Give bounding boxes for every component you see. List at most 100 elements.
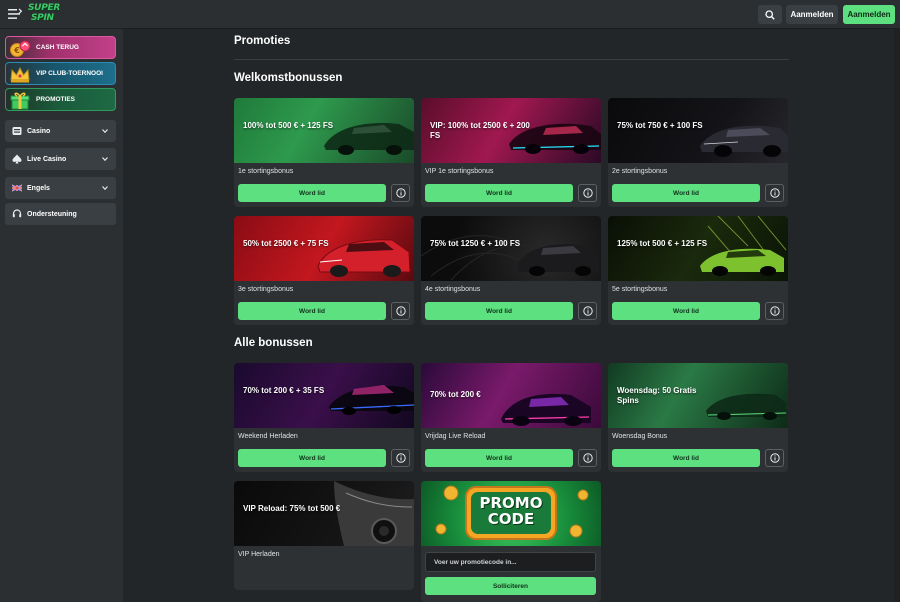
join-button[interactable]: Word lid xyxy=(612,302,760,320)
sidebar-promo-promotions[interactable]: PROMOTIES xyxy=(5,88,116,111)
logo-line-1: SUPER xyxy=(28,3,60,13)
signup-button[interactable]: Aanmelden xyxy=(843,5,895,24)
search-icon xyxy=(765,9,775,20)
info-icon xyxy=(769,188,780,198)
bonus-subtitle: 2e stortingsbonus xyxy=(612,168,668,175)
bonus-subtitle: 4e stortingsbonus xyxy=(425,286,481,293)
sidebar-promo-vip-club[interactable]: VIP CLUB-TOERNOOI xyxy=(5,62,116,85)
bonus-subtitle: 5e stortingsbonus xyxy=(612,286,668,293)
bonus-subtitle: Vrijdag Live Reload xyxy=(425,433,486,440)
bonus-card: 70% tot 200 € Vrijdag Live Reload Word l… xyxy=(421,363,601,472)
sidebar-item-label: Ondersteuning xyxy=(27,210,77,218)
info-icon xyxy=(582,306,593,316)
info-button[interactable] xyxy=(765,449,784,467)
bonus-banner[interactable]: 125% tot 500 € + 125 FS xyxy=(608,216,788,281)
join-button[interactable]: Word lid xyxy=(425,449,573,467)
casino-icon xyxy=(12,127,22,135)
main-content: Promoties Welkomstbonussen Alle bonussen… xyxy=(123,29,900,602)
bonus-banner[interactable]: 70% tot 200 € + 35 FS xyxy=(234,363,414,428)
info-button[interactable] xyxy=(391,449,410,467)
bonus-banner[interactable]: 70% tot 200 € xyxy=(421,363,601,428)
chevron-down-icon xyxy=(102,129,108,134)
info-button[interactable] xyxy=(391,184,410,202)
bonus-subtitle: Weekend Herladen xyxy=(238,433,298,440)
divider xyxy=(234,59,789,60)
join-button[interactable]: Word lid xyxy=(425,184,573,202)
gift-icon xyxy=(10,92,30,110)
bonus-banner-text: 75% tot 750 € + 100 FS xyxy=(617,121,703,130)
info-button[interactable] xyxy=(578,184,597,202)
sidebar-item-live-casino[interactable]: Live Casino xyxy=(5,148,116,170)
sidebar-item-casino[interactable]: Casino xyxy=(5,120,116,142)
bonus-banner[interactable]: Woensdag: 50 Gratis Spins xyxy=(608,363,788,428)
bonus-banner[interactable]: VIP: 100% tot 2500 € + 200 FS xyxy=(421,98,601,163)
crown-icon xyxy=(10,66,30,83)
sidebar-promo-label: VIP CLUB-TOERNOOI xyxy=(36,70,103,77)
sidebar-item-label: Engels xyxy=(27,184,50,192)
join-button[interactable]: Word lid xyxy=(425,302,573,320)
join-button[interactable]: Word lid xyxy=(612,184,760,202)
promo-code-apply-button[interactable]: Solliciteren xyxy=(425,577,596,595)
bonus-banner-text: 75% tot 1250 € + 100 FS xyxy=(430,239,521,248)
site-logo[interactable]: SUPER SPIN xyxy=(28,3,60,25)
uk-flag-icon xyxy=(12,184,22,192)
bonus-subtitle: VIP Herladen xyxy=(238,551,280,558)
logo-line-2: SPIN xyxy=(31,13,54,23)
bonus-banner-text: Woensdag: 50 Gratis Spins xyxy=(617,386,697,405)
sidebar-item-label: Casino xyxy=(27,127,51,135)
bonus-card: Woensdag: 50 Gratis Spins Woensdag Bonus… xyxy=(608,363,788,472)
promo-code-title-line-2: CODE xyxy=(487,510,535,528)
sidebar-promo-label: PROMOTIES xyxy=(36,96,76,103)
join-button[interactable]: Word lid xyxy=(238,184,386,202)
join-button[interactable]: Word lid xyxy=(238,449,386,467)
cashback-icon: € xyxy=(10,40,31,57)
bonus-banner[interactable]: 100% tot 500 € + 125 FS xyxy=(234,98,414,163)
info-button[interactable] xyxy=(391,302,410,320)
info-icon xyxy=(582,453,593,463)
section-title-welcome: Welkomstbonussen xyxy=(234,72,343,84)
bonus-banner[interactable]: 75% tot 750 € + 100 FS xyxy=(608,98,788,163)
info-button[interactable] xyxy=(578,449,597,467)
sidebar: € CASH TERUG VIP CLUB-TOERNOOI PROMOTIES… xyxy=(0,29,123,602)
page-title: Promoties xyxy=(234,35,291,47)
info-button[interactable] xyxy=(765,302,784,320)
promo-code-title-line-1: PROMO xyxy=(479,494,543,512)
bonus-banner[interactable]: 50% tot 2500 € + 75 FS xyxy=(234,216,414,281)
bonus-banner-text: 100% tot 500 € + 125 FS xyxy=(243,121,334,130)
top-bar: SUPER SPIN Aanmelden Aanmelden xyxy=(0,0,900,29)
join-button[interactable]: Word lid xyxy=(238,302,386,320)
spade-icon xyxy=(12,154,22,164)
info-button[interactable] xyxy=(578,302,597,320)
scrollbar[interactable] xyxy=(894,29,900,602)
sidebar-item-support[interactable]: Ondersteuning xyxy=(5,203,116,225)
bonus-subtitle: VIP 1e stortingsbonus xyxy=(425,168,494,175)
bonus-banner[interactable]: VIP Reload: 75% tot 500 € xyxy=(234,481,414,546)
svg-text:€: € xyxy=(13,46,20,55)
hamburger-menu-icon[interactable] xyxy=(8,8,22,20)
sidebar-item-label: Live Casino xyxy=(27,155,67,163)
bonus-banner-text: VIP: 100% tot 2500 € + 200 FS xyxy=(430,121,530,140)
bonus-banner[interactable]: 75% tot 1250 € + 100 FS xyxy=(421,216,601,281)
bonus-card: VIP Reload: 75% tot 500 € VIP Herladen W… xyxy=(234,481,414,590)
bonus-card: 70% tot 200 € + 35 FS Weekend Herladen W… xyxy=(234,363,414,472)
bonus-banner-text: 125% tot 500 € + 125 FS xyxy=(617,239,708,248)
info-icon xyxy=(395,306,406,316)
bonus-banner-text: 70% tot 200 € xyxy=(430,390,481,399)
promo-code-banner: PROMO CODE xyxy=(421,481,601,546)
sidebar-item-language[interactable]: Engels xyxy=(5,177,116,199)
bonus-banner-text: 50% tot 2500 € + 75 FS xyxy=(243,239,329,248)
info-button[interactable] xyxy=(765,184,784,202)
info-icon xyxy=(395,188,406,198)
search-button[interactable] xyxy=(758,5,782,24)
promo-code-input[interactable]: Voer uw promotiecode in... xyxy=(425,552,596,572)
sidebar-promo-cashback[interactable]: € CASH TERUG xyxy=(5,36,116,59)
bonus-banner-text: 70% tot 200 € + 35 FS xyxy=(243,386,325,395)
info-icon xyxy=(769,453,780,463)
section-title-all-bonuses: Alle bonussen xyxy=(234,337,313,349)
sidebar-promo-label: CASH TERUG xyxy=(36,44,79,51)
bonus-subtitle: Woensdag Bonus xyxy=(612,433,668,440)
chevron-down-icon xyxy=(102,186,108,191)
info-icon xyxy=(395,453,406,463)
login-button[interactable]: Aanmelden xyxy=(786,5,838,24)
join-button[interactable]: Word lid xyxy=(612,449,760,467)
